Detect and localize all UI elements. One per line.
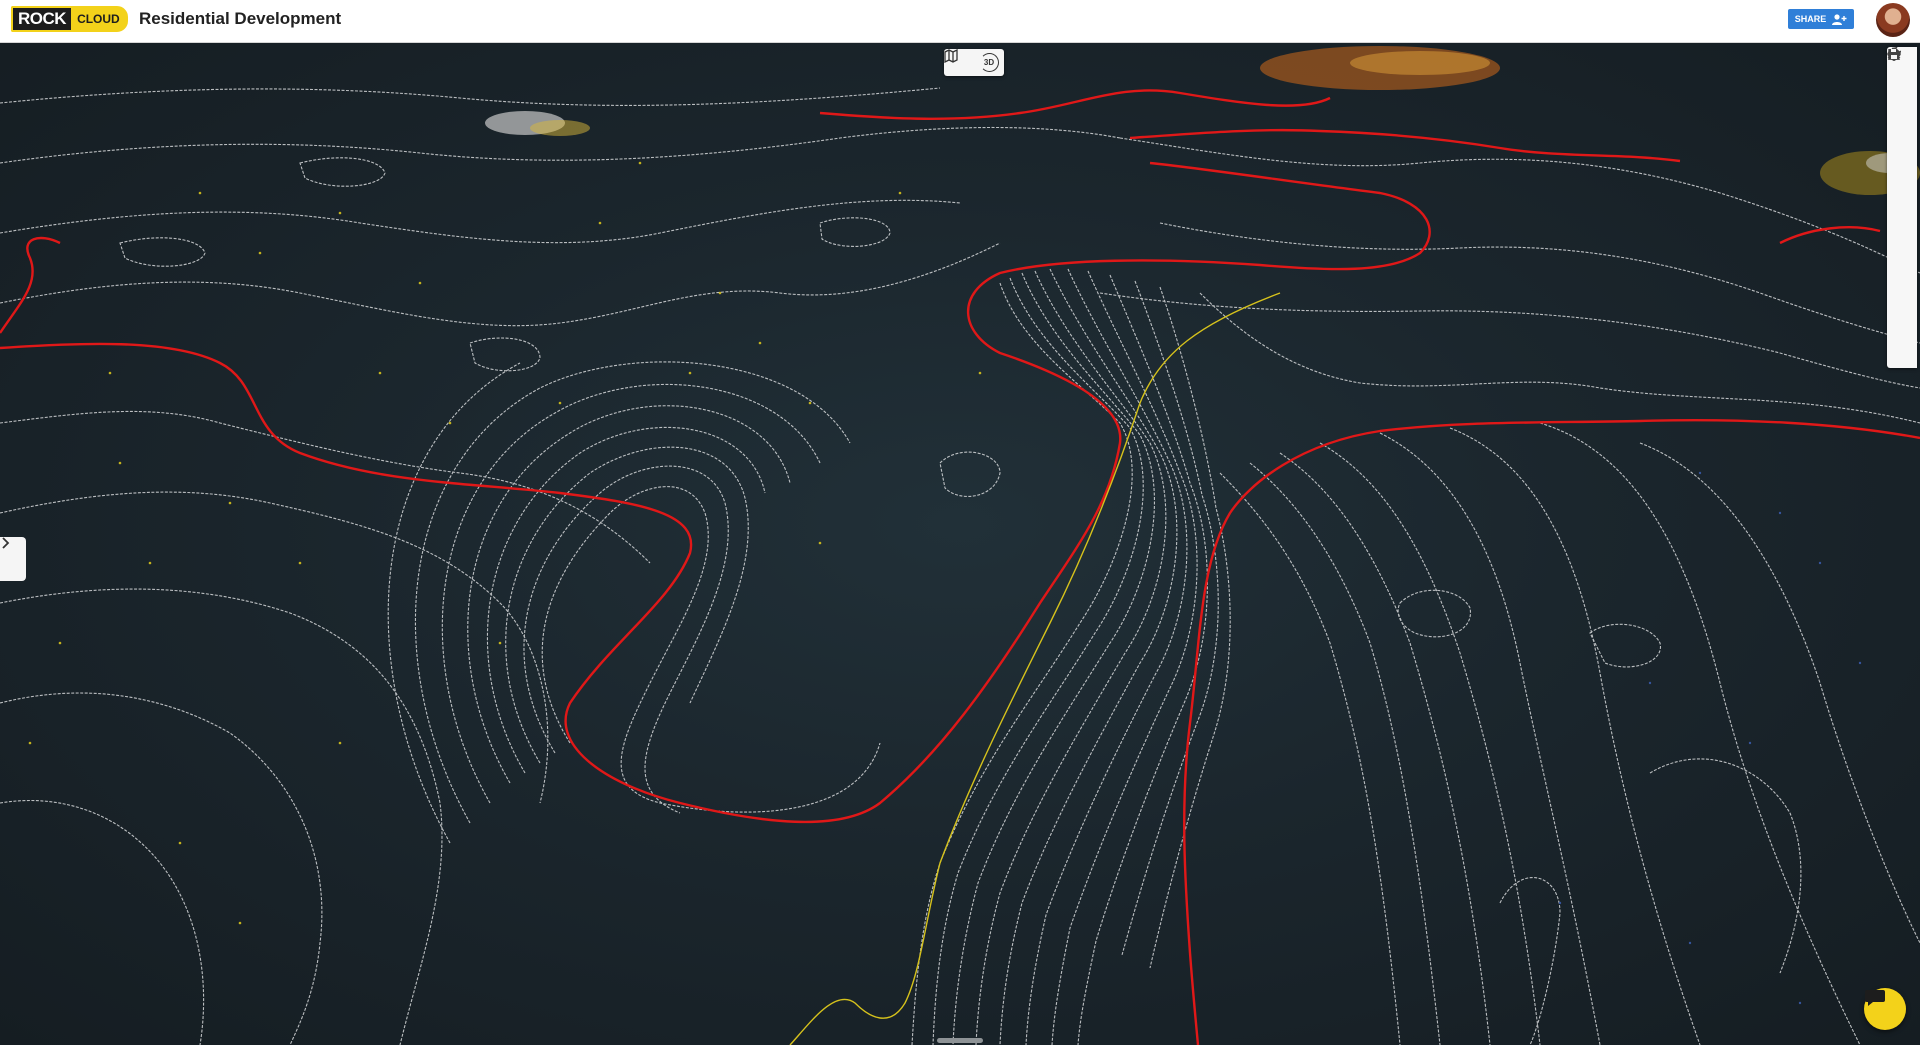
share-label: SHARE [1794, 14, 1827, 24]
logo-cloud-text: CLOUD [71, 6, 128, 32]
chat-icon [1865, 990, 1885, 1006]
visibility-tool[interactable] [1887, 51, 1917, 281]
chevron-right-icon [2, 537, 10, 549]
volume-tool[interactable] [1887, 47, 1917, 107]
map-view-button[interactable] [944, 49, 974, 76]
save-tool[interactable] [1887, 49, 1917, 368]
user-avatar[interactable] [1876, 3, 1910, 37]
logo-rock-text: ROCK [11, 6, 72, 32]
angle-measure-tool[interactable] [1887, 49, 1917, 136]
project-title: Residential Development [139, 9, 342, 28]
settings-tool[interactable] [1887, 47, 1917, 310]
3d-view-button[interactable]: 3D [974, 49, 1004, 76]
link-tool[interactable] [1887, 51, 1917, 339]
share-button[interactable]: SHARE [1788, 9, 1854, 29]
save-icon [1889, 49, 1899, 59]
map-icon [944, 49, 958, 63]
stockpile-clusters [485, 46, 1920, 195]
rockcloud-logo[interactable]: ROCK CLOUD [11, 6, 128, 32]
move-tool[interactable] [1887, 47, 1917, 165]
bottom-drawer-handle[interactable] [937, 1038, 983, 1043]
add-user-icon [1832, 13, 1847, 25]
map-viewport[interactable]: 3D [0, 43, 1920, 1045]
layers-tool[interactable] [1887, 48, 1917, 223]
tools-toolbar [1887, 47, 1917, 368]
flag-tool[interactable] [1887, 47, 1917, 252]
contour-map [0, 46, 1920, 1045]
3d-label: 3D [979, 53, 999, 72]
view-mode-toggle: 3D [944, 49, 1004, 76]
sidebar-toggle-button[interactable] [0, 537, 26, 581]
pin-tool[interactable] [1887, 48, 1917, 194]
app-header: ROCK CLOUD Residential Development SHARE [0, 0, 1920, 43]
chat-button[interactable] [1864, 988, 1906, 1030]
